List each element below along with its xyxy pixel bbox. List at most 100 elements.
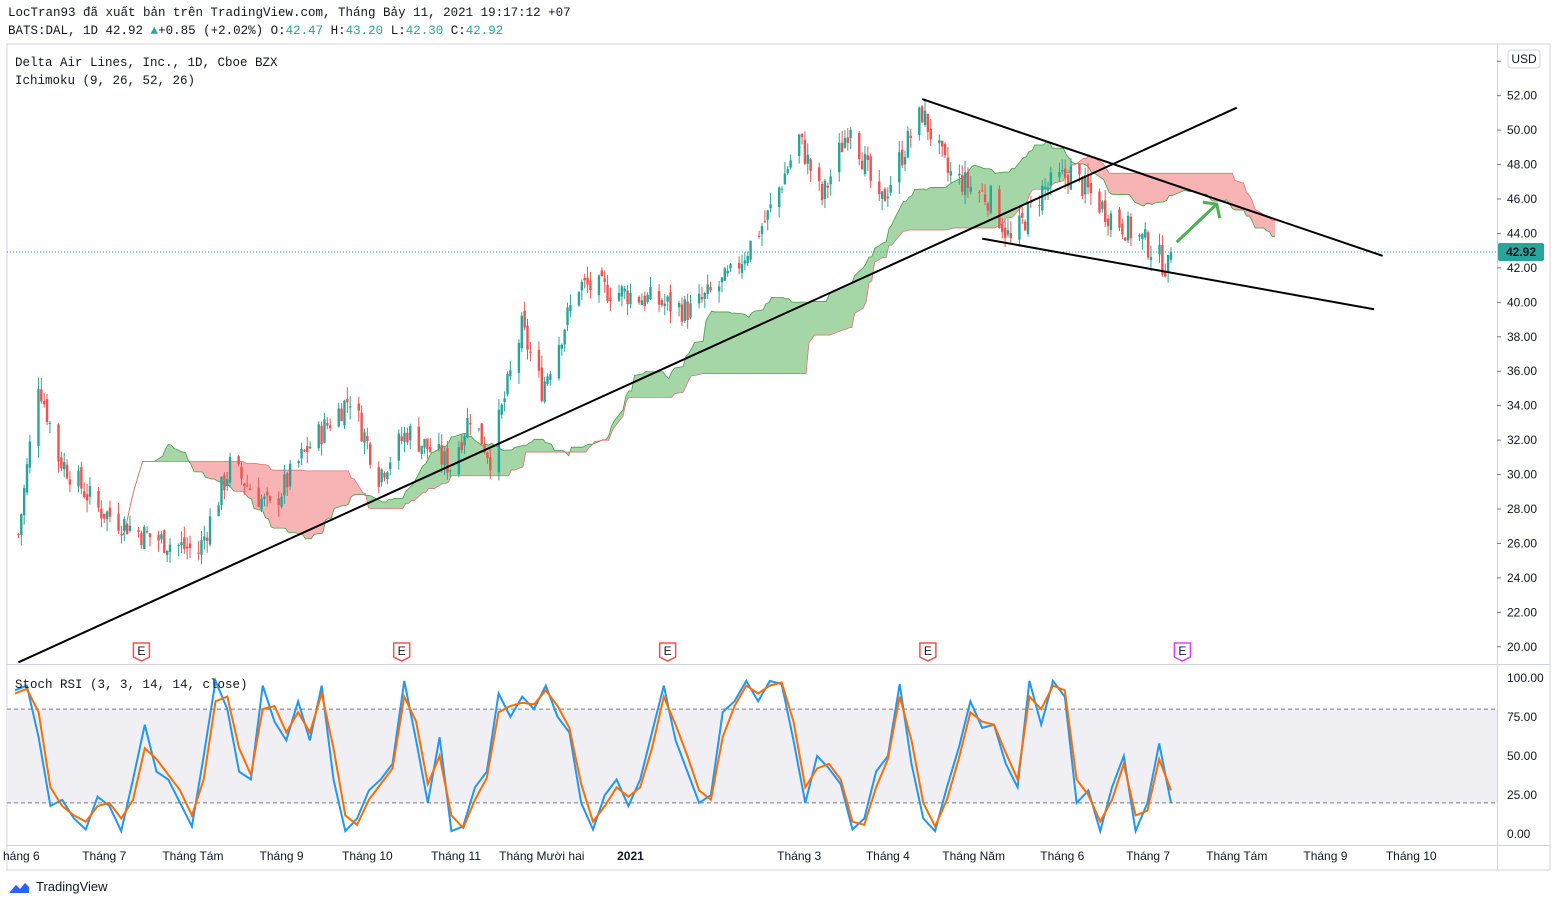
candle-body bbox=[663, 303, 666, 306]
kumo-segment bbox=[1023, 156, 1027, 205]
candle-body bbox=[683, 299, 686, 321]
candle-body bbox=[640, 300, 644, 305]
candle-body bbox=[28, 441, 32, 468]
candle-body bbox=[286, 473, 289, 488]
candle-body bbox=[1078, 163, 1081, 175]
stoch-tick-label: 0.00 bbox=[1507, 827, 1531, 841]
kumo-segment bbox=[382, 501, 386, 509]
candle-body bbox=[1124, 237, 1127, 241]
candle-body bbox=[806, 154, 809, 164]
kumo-segment bbox=[785, 298, 790, 374]
kumo-segment bbox=[923, 188, 927, 231]
candle-body bbox=[68, 479, 72, 485]
kumo-segment bbox=[391, 498, 395, 509]
candle-body bbox=[586, 277, 589, 285]
candle-body bbox=[140, 533, 143, 546]
candle-body bbox=[243, 483, 246, 486]
stoch-tick-label: 75.00 bbox=[1507, 710, 1537, 724]
kumo-segment bbox=[451, 436, 455, 477]
candle-body bbox=[1006, 230, 1010, 235]
candle-body bbox=[1018, 215, 1021, 240]
kumo-segment bbox=[805, 301, 810, 374]
candle-body bbox=[503, 398, 506, 403]
candle-body bbox=[963, 172, 967, 195]
candle-body bbox=[303, 450, 306, 452]
candle-body bbox=[377, 467, 380, 487]
kumo-segment bbox=[1194, 173, 1204, 195]
kumo-segment bbox=[808, 301, 813, 344]
candle-body bbox=[509, 370, 512, 377]
candle-body bbox=[125, 523, 129, 535]
candle-body bbox=[846, 137, 850, 143]
candle-body bbox=[737, 262, 741, 269]
candle-body bbox=[217, 505, 220, 517]
candle-body bbox=[366, 435, 369, 441]
candle-body bbox=[560, 344, 564, 349]
kumo-segment bbox=[328, 470, 332, 519]
candle-body bbox=[623, 288, 626, 292]
candle-body bbox=[40, 389, 43, 402]
candle-body bbox=[600, 270, 604, 277]
candle-body bbox=[680, 304, 684, 322]
candle-body bbox=[320, 425, 323, 444]
candle-body bbox=[743, 260, 747, 264]
candle-body bbox=[429, 447, 432, 452]
candle-body bbox=[1009, 233, 1013, 238]
candle-body bbox=[620, 286, 624, 297]
kumo-segment bbox=[948, 182, 953, 230]
candle-body bbox=[926, 113, 930, 132]
kumo-segment bbox=[293, 469, 303, 536]
candle-body bbox=[1049, 172, 1053, 187]
chart-canvas[interactable]: 42.92 E E E E E 20.00 22.00 24.00 26.00 28.00 30.… bbox=[0, 0, 1560, 907]
kumo-segment bbox=[534, 439, 544, 453]
kumo-segment bbox=[545, 442, 549, 453]
candle-body bbox=[346, 398, 349, 403]
candle-body bbox=[606, 284, 609, 302]
candle-body bbox=[1106, 218, 1110, 227]
candle-body bbox=[880, 191, 884, 199]
candle-body bbox=[137, 530, 140, 532]
earnings-marker-label: E bbox=[664, 644, 672, 658]
kumo-segment bbox=[342, 470, 346, 506]
candle-body bbox=[943, 143, 947, 156]
earnings-marker-label: E bbox=[1178, 644, 1186, 658]
kumo-segment bbox=[968, 165, 973, 229]
trendline bbox=[982, 237, 1375, 311]
candle-body bbox=[849, 130, 852, 139]
candle-body bbox=[946, 157, 950, 173]
candle-body bbox=[168, 544, 172, 552]
candle-body bbox=[1046, 187, 1050, 191]
candle-body bbox=[83, 491, 86, 498]
candle-body bbox=[389, 462, 392, 470]
kumo-segment bbox=[230, 461, 235, 492]
price-tick-label: 32.00 bbox=[1507, 433, 1537, 447]
candle-body bbox=[706, 284, 709, 295]
candle-body bbox=[77, 470, 80, 487]
candle-body bbox=[120, 534, 123, 536]
candle-body bbox=[760, 226, 764, 235]
kumo-segment bbox=[250, 462, 255, 509]
kumo-segment bbox=[348, 470, 352, 505]
candle-body bbox=[108, 507, 112, 517]
candle-body bbox=[380, 469, 383, 483]
candle-body bbox=[523, 310, 526, 328]
kumo-segment bbox=[1028, 150, 1033, 196]
stoch-legend: Stoch RSI (3, 3, 14, 14, close) bbox=[15, 678, 248, 692]
currency-badge[interactable]: USD bbox=[1507, 49, 1541, 69]
kumo-segment bbox=[971, 164, 976, 229]
kumo-segment bbox=[508, 449, 512, 476]
candle-body bbox=[860, 160, 864, 170]
candle-body bbox=[609, 297, 612, 302]
price-tick-label: 26.00 bbox=[1507, 536, 1537, 550]
kumo-segment bbox=[1246, 191, 1250, 217]
kumo-segment bbox=[671, 367, 675, 399]
candle-body bbox=[1081, 177, 1084, 197]
candle-body bbox=[460, 442, 463, 451]
candle-body bbox=[466, 417, 469, 438]
kumo-segment bbox=[1126, 173, 1130, 195]
earnings-markers[interactable]: EEEEE bbox=[132, 642, 1192, 662]
kumo-segment bbox=[325, 470, 329, 521]
earnings-marker-label: E bbox=[137, 644, 145, 658]
price-tick-label: 36.00 bbox=[1507, 364, 1537, 378]
tradingview-footer[interactable]: TradingView bbox=[8, 879, 108, 894]
